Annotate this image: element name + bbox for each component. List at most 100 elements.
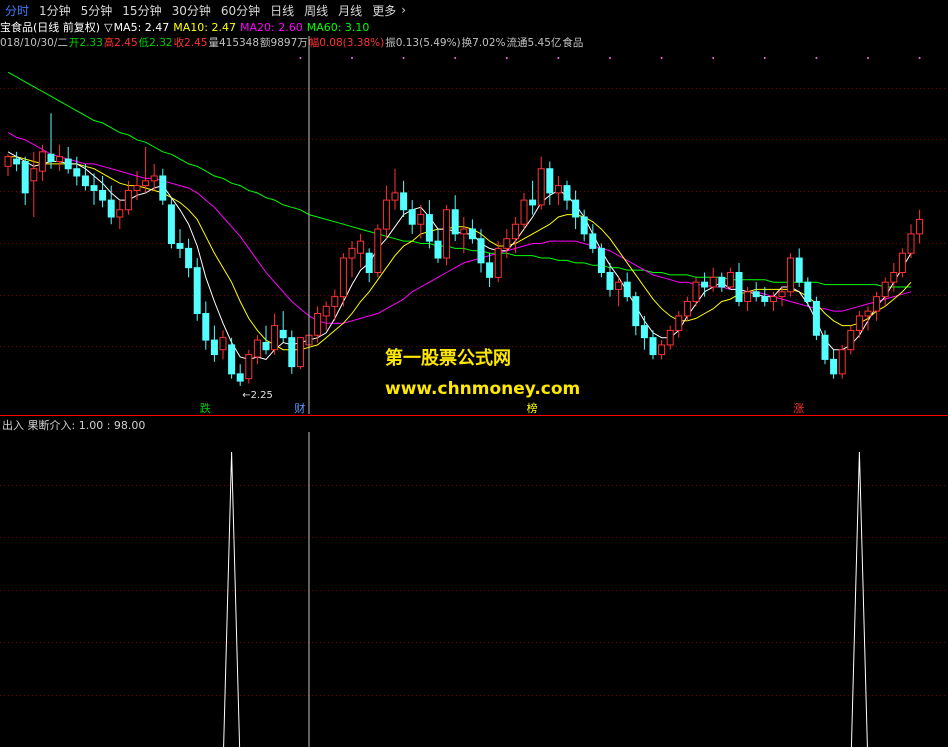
candle-body: [701, 281, 709, 288]
candle-body: [4, 156, 12, 167]
event-dot: [867, 57, 869, 59]
candle-body: [597, 247, 605, 274]
candle-body: [47, 153, 55, 162]
candle-body: [443, 209, 451, 259]
candle-body: [159, 175, 167, 201]
candle-body: [271, 325, 279, 351]
candle-body: [511, 223, 519, 240]
event-dot: [454, 57, 457, 59]
candle-body: [142, 180, 150, 187]
period-tab-9[interactable]: 更多: [367, 2, 401, 19]
watermark-url: www.chnmoney.com: [385, 379, 581, 399]
candle-body: [864, 310, 872, 317]
candle-body: [855, 315, 863, 331]
candle-body: [830, 358, 838, 375]
candle-body: [460, 228, 468, 235]
event-marker[interactable]: 财: [294, 401, 305, 415]
event-marker[interactable]: 涨: [793, 402, 804, 415]
candle-body: [365, 252, 373, 274]
indicator-label: 出入 果断介入: 1.00 : 98.00: [2, 419, 146, 432]
candle-body: [64, 158, 72, 170]
candle-body: [726, 272, 734, 288]
period-tab-1[interactable]: 1分钟: [34, 2, 76, 19]
watermark-title: 第一股票公式网: [385, 348, 511, 369]
candle-body: [623, 281, 631, 298]
tooltip-high: 高2.45: [103, 37, 138, 49]
event-dot: [660, 57, 663, 59]
candle-body: [580, 216, 588, 235]
tooltip-volume: 量415348: [208, 37, 260, 49]
more-chevron-icon[interactable]: ›: [401, 3, 406, 17]
candle-body: [812, 300, 820, 336]
event-dot: [712, 57, 715, 59]
candle-body: [262, 341, 270, 351]
candle-body: [589, 233, 597, 249]
event-dot: [351, 57, 353, 59]
period-tab-3[interactable]: 15分钟: [117, 2, 166, 19]
indicator-chart[interactable]: [0, 432, 948, 747]
candle-body: [81, 175, 89, 187]
candle-body: [30, 168, 38, 182]
event-dot: [918, 57, 921, 59]
indicator-switch-icon[interactable]: ▽: [104, 21, 112, 34]
candle-body: [692, 281, 700, 302]
period-tab-7[interactable]: 周线: [299, 2, 333, 19]
tooltip-industry: 食品: [562, 37, 584, 49]
candle-body: [425, 214, 433, 242]
candle-body: [554, 185, 562, 194]
candle-body: [520, 199, 528, 225]
period-tab-5[interactable]: 60分钟: [216, 2, 265, 19]
candle-body: [615, 281, 623, 290]
candle-body: [769, 296, 777, 302]
candle-body: [546, 168, 554, 194]
period-tab-2[interactable]: 5分钟: [76, 2, 118, 19]
candle-body: [210, 339, 218, 356]
candle-body: [116, 209, 124, 218]
tooltip-date: 018/10/30/二: [0, 37, 68, 49]
candle-body: [683, 300, 691, 317]
candle-body: [761, 296, 769, 302]
candle-body: [718, 276, 726, 288]
event-marker[interactable]: 跌: [200, 401, 211, 415]
candle-body: [468, 228, 476, 240]
tooltip-low: 低2.32: [138, 37, 173, 49]
candle-body: [606, 272, 614, 290]
candle-body: [339, 257, 347, 298]
candle-body: [417, 214, 425, 225]
candle-body: [296, 337, 304, 368]
candle-body: [735, 272, 743, 302]
period-tab-8[interactable]: 月线: [333, 2, 367, 19]
signal-spike: [223, 452, 241, 747]
event-dot: [815, 57, 818, 59]
candle-body: [245, 354, 253, 380]
tooltip-turnover: 换7.02%: [461, 37, 506, 49]
candle-body: [537, 168, 545, 206]
candle-body: [486, 262, 494, 278]
event-dot: [609, 57, 611, 59]
tooltip-open: 开2.33: [68, 37, 103, 49]
period-tab-0[interactable]: 分时: [0, 2, 34, 19]
candle-body: [219, 337, 227, 351]
event-marker[interactable]: 榜: [527, 401, 538, 415]
candle-body: [821, 334, 829, 360]
candle-body: [752, 291, 760, 298]
candle-body: [804, 281, 812, 302]
candle-body: [124, 189, 132, 211]
info-bar: 宝食品(日线 前复权) ▽MA5: 2.47 MA10: 2.47 MA20: 2.6…: [0, 20, 948, 36]
candle-body: [90, 185, 98, 191]
candle-body: [898, 252, 906, 274]
candle-body: [322, 305, 330, 317]
candle-body: [890, 272, 898, 283]
candle-body: [873, 296, 881, 312]
candle-body: [503, 238, 511, 249]
candle-body: [666, 329, 674, 346]
candle-body: [314, 313, 322, 336]
candle-body: [563, 185, 571, 201]
low-price-label: ←2.25: [242, 390, 273, 401]
period-tab-4[interactable]: 30分钟: [167, 2, 216, 19]
signal-spike: [850, 452, 868, 747]
period-toolbar: 分时 1分钟 5分钟 15分钟 30分钟 60分钟 日线 周线 月线 更多 ›: [0, 0, 948, 20]
candle-body: [881, 281, 889, 298]
tooltip-close: 收2.45: [173, 37, 208, 49]
period-tab-6[interactable]: 日线: [265, 2, 299, 19]
